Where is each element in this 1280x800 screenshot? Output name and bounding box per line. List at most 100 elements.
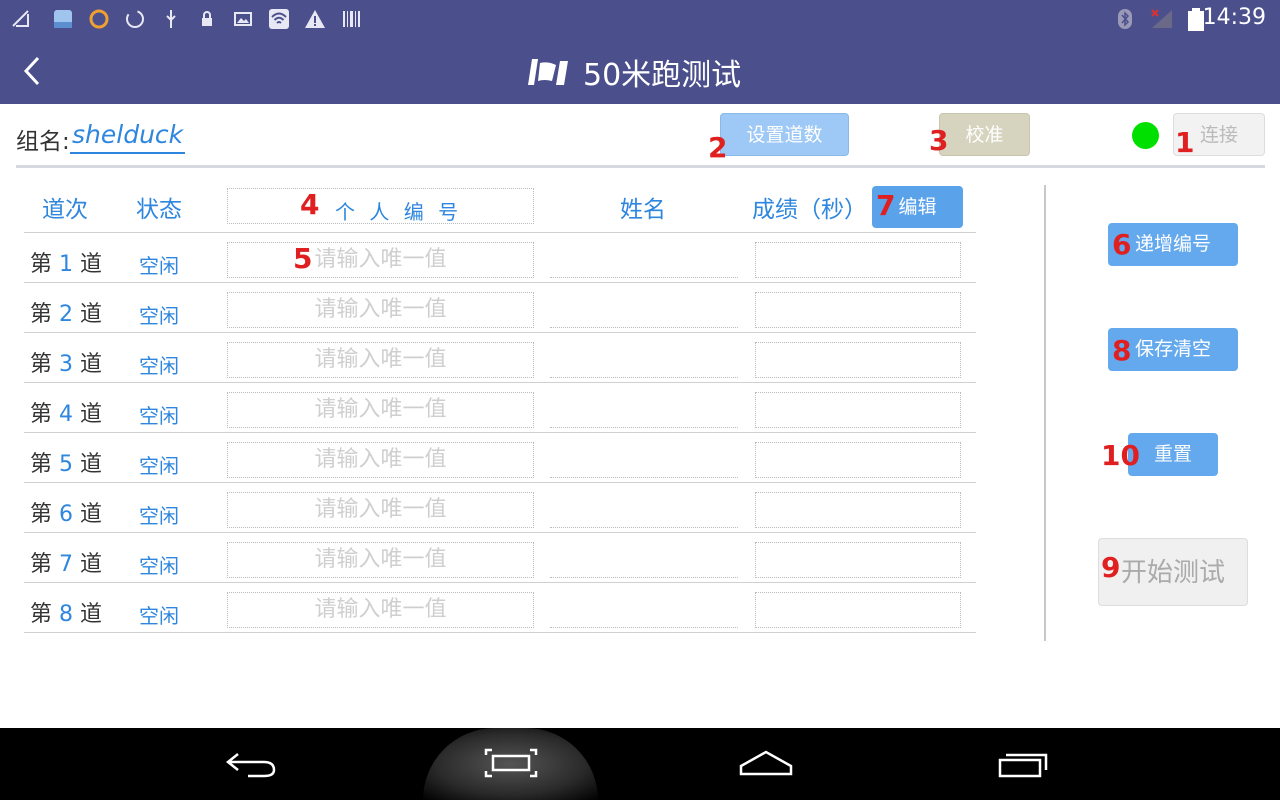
divider (16, 165, 1265, 168)
name-field[interactable] (550, 292, 738, 328)
lane-label: 第 2 道 (30, 296, 102, 328)
lane-label: 第 1 道 (30, 246, 102, 278)
score-field[interactable] (755, 442, 961, 478)
score-field[interactable] (755, 392, 961, 428)
lane-prefix: 第 (30, 252, 53, 277)
annotation-marker: 1 (1175, 126, 1195, 159)
name-field[interactable] (550, 242, 738, 278)
score-field[interactable] (755, 492, 961, 528)
person-id-input[interactable]: 请输入唯一值 (227, 342, 534, 378)
lane-label: 第 7 道 (30, 546, 102, 578)
back-nav-icon[interactable] (224, 746, 278, 784)
page-title: 50米跑测试 (583, 58, 742, 93)
divider (24, 482, 976, 483)
lane-number: 5 (59, 452, 74, 477)
score-field[interactable] (755, 592, 961, 628)
divider (1044, 185, 1046, 641)
annotation-marker: 10 (1101, 439, 1140, 472)
person-id-input[interactable]: 请输入唯一值 (227, 392, 534, 428)
lane-status: 空闲 (139, 354, 179, 378)
loading-icon (124, 8, 146, 30)
lane-number: 2 (59, 302, 74, 327)
signal-muted-icon (10, 8, 32, 30)
annotation-marker: 5 (293, 242, 313, 275)
header-person-id: 个 人 编 号 (335, 200, 463, 224)
annotation-marker: 9 (1101, 551, 1121, 584)
lane-prefix: 第 (30, 502, 53, 527)
lane-label: 第 3 道 (30, 346, 102, 378)
start-test-button[interactable]: 开始测试 (1098, 538, 1248, 606)
person-id-input[interactable]: 请输入唯一值 (227, 492, 534, 528)
name-field[interactable] (550, 592, 738, 628)
name-field[interactable] (550, 342, 738, 378)
divider (24, 532, 976, 533)
bluetooth-icon (1114, 8, 1136, 30)
lane-prefix: 第 (30, 602, 53, 627)
squirrel-app-icon (88, 8, 110, 30)
divider (24, 632, 976, 633)
connection-status-indicator (1132, 122, 1159, 149)
lane-prefix: 第 (30, 302, 53, 327)
score-field[interactable] (755, 292, 961, 328)
annotation-marker: 2 (708, 131, 728, 164)
lane-prefix: 第 (30, 552, 53, 577)
set-lanes-button[interactable]: 设置道数 (720, 113, 849, 156)
person-id-input[interactable]: 请输入唯一值 (227, 442, 534, 478)
cell-signal-icon (1150, 8, 1172, 30)
lane-suffix: 道 (80, 252, 103, 277)
lane-label: 第 8 道 (30, 596, 102, 628)
lane-status: 空闲 (139, 604, 179, 628)
calibrate-button[interactable]: 校准 (939, 113, 1030, 156)
chevron-left-icon (23, 56, 40, 86)
lane-status: 空闲 (139, 554, 179, 578)
wifi-icon (268, 8, 290, 30)
divider (24, 232, 976, 233)
back-button[interactable] (18, 52, 52, 90)
person-id-input[interactable]: 请输入唯一值 (227, 592, 534, 628)
lane-number: 3 (59, 352, 74, 377)
person-id-input[interactable]: 请输入唯一值 (227, 542, 534, 578)
lock-icon (196, 8, 218, 30)
name-field[interactable] (550, 442, 738, 478)
lane-prefix: 第 (30, 402, 53, 427)
divider (24, 582, 976, 583)
home-nav-icon[interactable] (738, 746, 794, 784)
reset-button[interactable]: 重置 (1128, 433, 1218, 476)
header-score: 成绩（秒） (752, 197, 867, 223)
lane-prefix: 第 (30, 452, 53, 477)
lane-number: 8 (59, 602, 74, 627)
person-id-input[interactable]: 请输入唯一值 (227, 242, 534, 278)
score-field[interactable] (755, 342, 961, 378)
lane-status: 空闲 (139, 504, 179, 528)
title-bar: 50米跑测试 (0, 38, 1280, 104)
header-status: 状态 (136, 197, 182, 223)
lane-label: 第 5 道 (30, 446, 102, 478)
lane-number: 6 (59, 502, 74, 527)
lane-suffix: 道 (80, 302, 103, 327)
name-field[interactable] (550, 392, 738, 428)
score-field[interactable] (755, 542, 961, 578)
lane-suffix: 道 (80, 452, 103, 477)
photo-app-icon (52, 8, 74, 30)
person-id-input[interactable]: 请输入唯一值 (227, 292, 534, 328)
group-name-field[interactable]: shelduck (70, 120, 186, 154)
annotation-marker: 7 (876, 189, 896, 222)
navigation-bar (0, 728, 1280, 800)
lane-number: 4 (59, 402, 74, 427)
barcode-icon (340, 8, 362, 30)
lane-suffix: 道 (80, 402, 103, 427)
header-lane: 道次 (42, 197, 88, 223)
score-field[interactable] (755, 242, 961, 278)
annotation-marker: 4 (300, 188, 320, 221)
name-field[interactable] (550, 542, 738, 578)
image-icon (232, 8, 254, 30)
annotation-marker: 8 (1112, 334, 1132, 367)
usb-icon (160, 8, 182, 30)
annotation-marker: 6 (1112, 228, 1132, 261)
header-name: 姓名 (620, 197, 666, 223)
screenshot-nav-icon[interactable] (484, 746, 538, 784)
name-field[interactable] (550, 492, 738, 528)
divider (24, 432, 976, 433)
recents-nav-icon[interactable] (998, 746, 1052, 784)
lane-label: 第 4 道 (30, 396, 102, 428)
